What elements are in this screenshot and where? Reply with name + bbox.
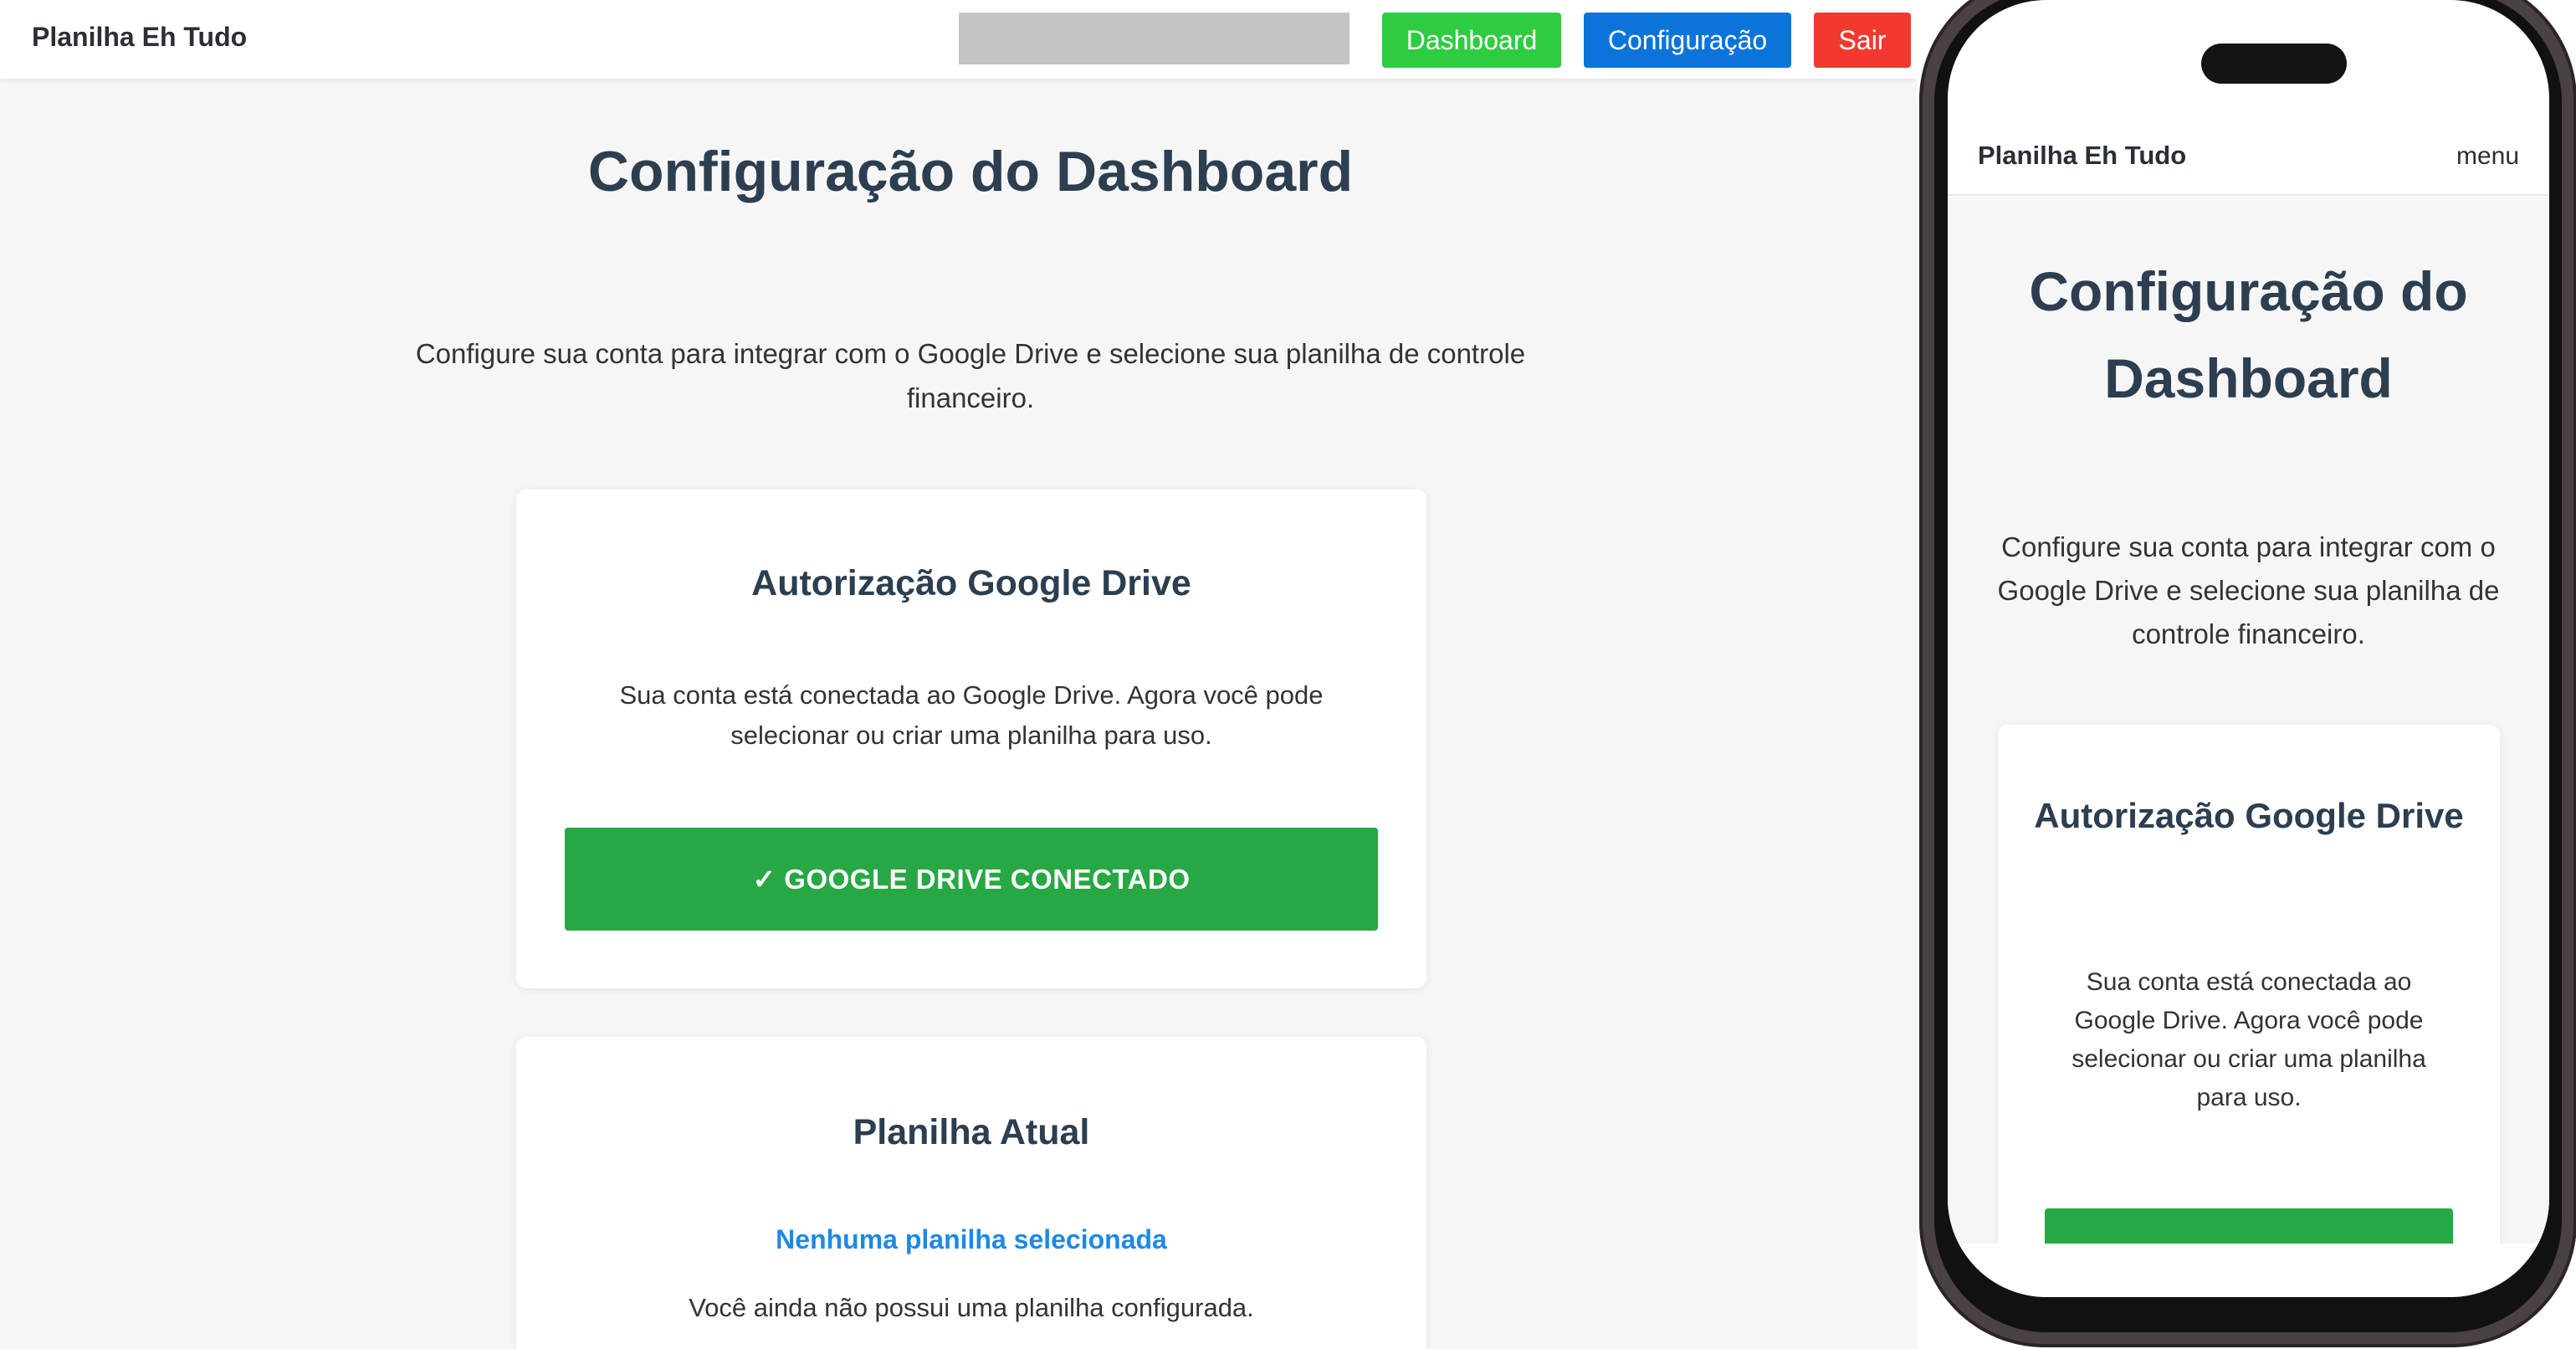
google-drive-connected-button[interactable]: ✓ GOOGLE DRIVE CONECTADO — [565, 828, 1378, 931]
configuracao-button[interactable]: Configuração — [1584, 13, 1791, 68]
auth-card-text: Sua conta está conectada ao Google Drive… — [619, 680, 1324, 750]
sheet-card-text: Você ainda não possui uma planilha confi… — [689, 1293, 1254, 1322]
mobile-menu-button[interactable]: menu — [2456, 142, 2519, 171]
no-sheet-selected-link[interactable]: Nenhuma planilha selecionada — [516, 1224, 1426, 1255]
dashboard-button[interactable]: Dashboard — [1382, 13, 1561, 68]
mobile-auth-card-text: Sua conta está conectada ao Google Drive… — [2072, 968, 2426, 1111]
mobile-google-drive-connected-button[interactable]: ✓ GOOGLE DRIVE — [2045, 1208, 2453, 1244]
dynamic-island — [2201, 44, 2347, 84]
logout-button[interactable]: Sair — [1814, 13, 1911, 68]
mobile-preview: Planilha Eh Tudo menu Configuração do Da… — [1918, 0, 2576, 1349]
mobile-page-intro: Configure sua conta para integrar com o … — [1997, 531, 2500, 649]
mobile-content: Configuração do Dashboard Configure sua … — [1948, 197, 2549, 1244]
desktop-view: Planilha Eh Tudo Dashboard Configuração … — [0, 0, 1918, 1349]
mobile-google-drive-auth-card: Autorização Google Drive Sua conta está … — [1998, 725, 2500, 1244]
mobile-brand-logo[interactable]: Planilha Eh Tudo — [1978, 141, 2186, 171]
phone-screen: Planilha Eh Tudo menu Configuração do Da… — [1948, 0, 2549, 1297]
page-intro: Configure sua conta para integrar com o … — [415, 338, 1526, 413]
phone-frame: Planilha Eh Tudo menu Configuração do Da… — [1919, 0, 2576, 1347]
current-sheet-card: Planilha Atual Nenhuma planilha selecion… — [516, 1037, 1426, 1349]
page-title: Configuração do Dashboard — [587, 140, 1354, 203]
brand-logo[interactable]: Planilha Eh Tudo — [32, 22, 247, 53]
mobile-auth-card-title: Autorização Google Drive — [2034, 796, 2464, 835]
user-info-placeholder — [959, 13, 1349, 64]
mobile-navbar: Planilha Eh Tudo menu — [1948, 109, 2549, 196]
top-navbar: Planilha Eh Tudo Dashboard Configuração … — [0, 0, 1918, 79]
mobile-page-title: Configuração do Dashboard — [2029, 260, 2468, 409]
sheet-card-title: Planilha Atual — [853, 1112, 1090, 1152]
auth-card-title: Autorização Google Drive — [751, 563, 1191, 603]
google-drive-auth-card: Autorização Google Drive Sua conta está … — [516, 490, 1426, 988]
